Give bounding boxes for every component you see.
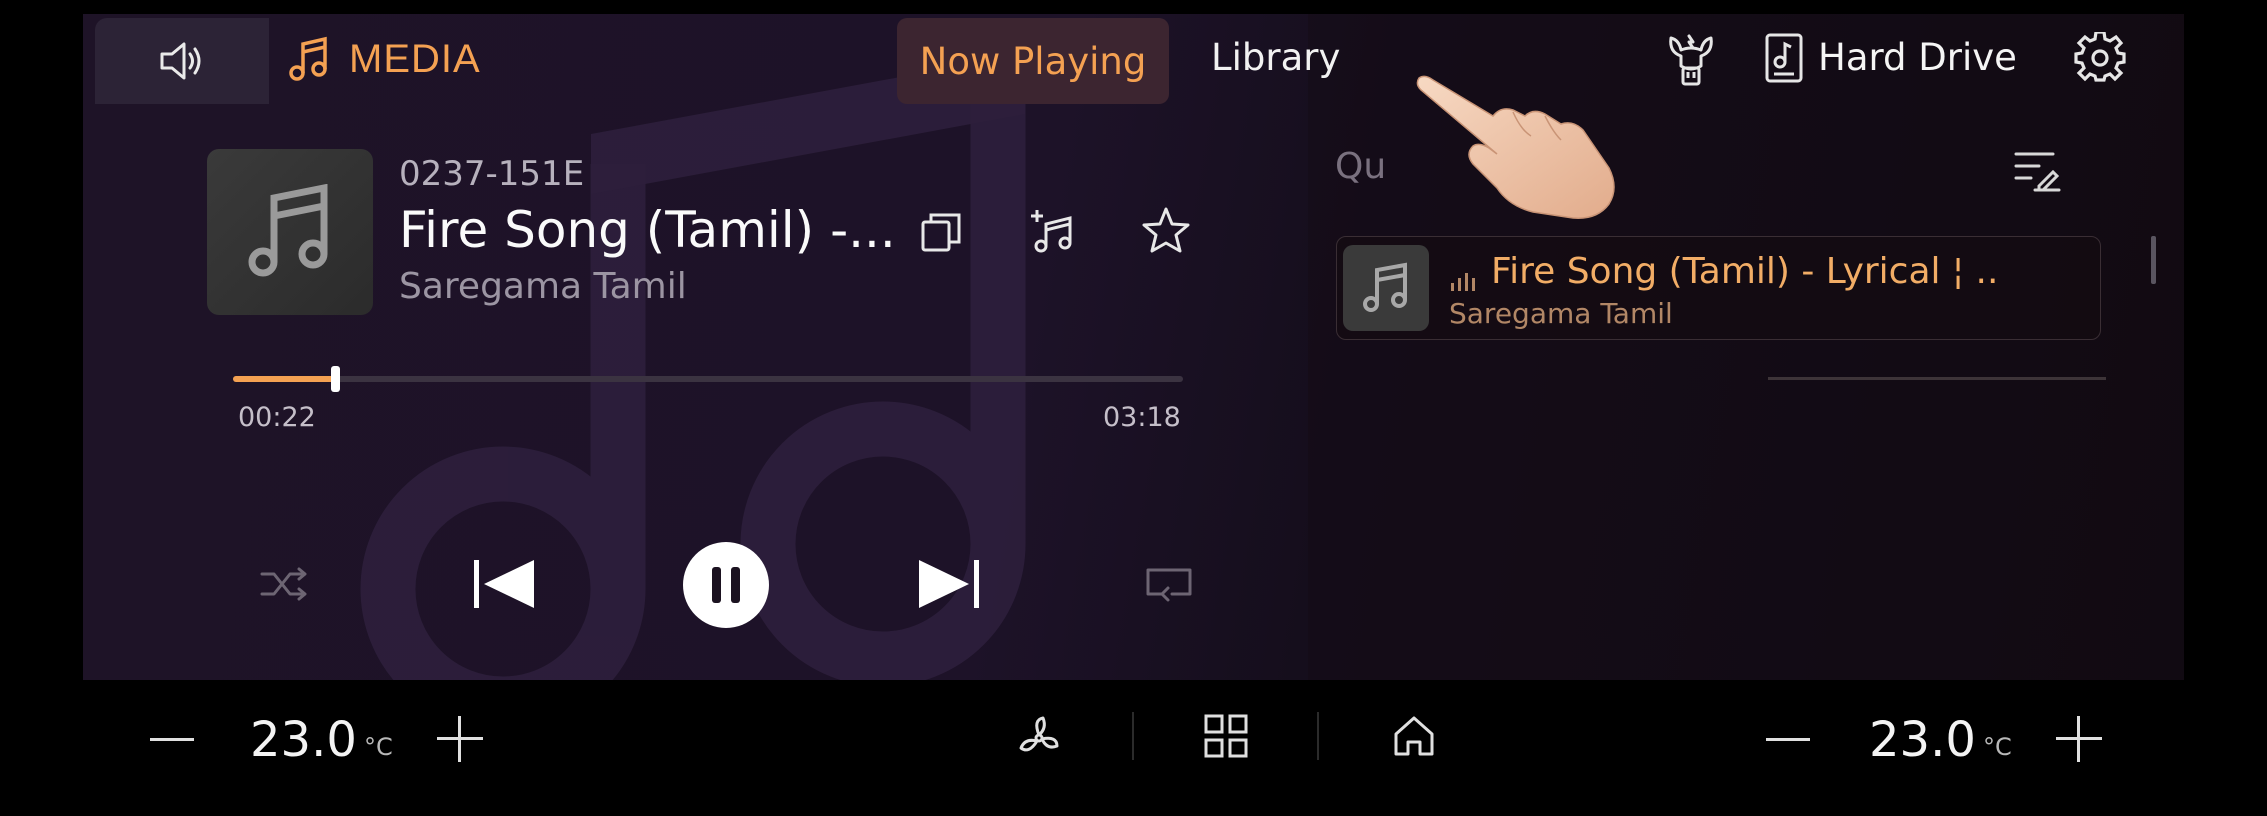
hard-drive-icon[interactable] bbox=[1764, 32, 1804, 84]
total-duration: 03:18 bbox=[1103, 402, 1181, 433]
right-temperature-unit: °C bbox=[1983, 733, 2012, 761]
shuffle-icon bbox=[260, 567, 307, 601]
left-temperature: 23.0 bbox=[250, 712, 357, 768]
next-icon bbox=[919, 560, 979, 608]
repeat-icon bbox=[1146, 568, 1192, 602]
album-art bbox=[207, 149, 373, 315]
minus-icon[interactable] bbox=[1766, 736, 1810, 744]
minus-icon[interactable] bbox=[150, 736, 194, 744]
media-screen: MEDIA Now Playing Library Hard Drive 023… bbox=[83, 14, 2184, 680]
track-title: Fire Song (Tamil) -... bbox=[399, 201, 896, 259]
fan-icon[interactable] bbox=[1015, 714, 1063, 762]
edit-queue-icon[interactable] bbox=[2013, 148, 2061, 192]
progress-fill bbox=[233, 376, 335, 382]
right-temperature: 23.0 bbox=[1869, 712, 1976, 768]
volume-icon bbox=[160, 42, 201, 80]
queue-item-artist: Saregama Tamil bbox=[1449, 297, 1673, 330]
settings-icon[interactable] bbox=[2074, 32, 2126, 84]
media-title: MEDIA bbox=[287, 36, 481, 82]
add-to-playlist-icon[interactable] bbox=[1029, 206, 1079, 256]
pause-icon bbox=[712, 567, 740, 603]
queue-title: Qu bbox=[1335, 146, 1387, 187]
source-label[interactable]: Hard Drive bbox=[1818, 36, 2017, 79]
repeat-button[interactable] bbox=[1143, 562, 1195, 606]
queue-item-art bbox=[1343, 245, 1429, 331]
favorite-star-icon[interactable] bbox=[1141, 206, 1191, 256]
progress-bar[interactable] bbox=[233, 366, 1183, 392]
plus-icon[interactable] bbox=[2056, 716, 2102, 762]
previous-button[interactable] bbox=[470, 554, 540, 614]
usb-icon[interactable] bbox=[1663, 32, 1719, 88]
track-artist: Saregama Tamil bbox=[399, 266, 687, 307]
music-note-icon bbox=[289, 36, 327, 81]
progress-handle[interactable] bbox=[330, 366, 340, 392]
divider bbox=[1317, 712, 1319, 760]
media-label: MEDIA bbox=[349, 36, 481, 81]
pause-button[interactable] bbox=[683, 542, 769, 628]
tab-library[interactable]: Library bbox=[1211, 36, 1340, 79]
volume-button[interactable] bbox=[95, 18, 269, 104]
queue-item[interactable]: Fire Song (Tamil) - Lyrical ¦ .. Saregam… bbox=[1336, 236, 2101, 340]
plus-icon[interactable] bbox=[437, 716, 483, 762]
queue-divider bbox=[1768, 377, 2106, 380]
copy-icon[interactable] bbox=[919, 210, 963, 254]
apps-grid-icon[interactable] bbox=[1204, 714, 1248, 758]
shuffle-button[interactable] bbox=[259, 562, 311, 606]
queue-item-title: Fire Song (Tamil) - Lyrical ¦ .. bbox=[1491, 251, 1999, 292]
now-playing-bars-icon bbox=[1451, 273, 1475, 291]
previous-icon bbox=[474, 560, 534, 608]
background-music-note-icon bbox=[360, 14, 2184, 680]
home-icon[interactable] bbox=[1392, 714, 1436, 758]
pointing-hand-icon bbox=[1416, 75, 1615, 219]
left-temperature-unit: °C bbox=[364, 733, 393, 761]
music-note-icon bbox=[248, 184, 328, 277]
divider bbox=[1132, 712, 1134, 760]
elapsed-time: 00:22 bbox=[238, 402, 316, 433]
music-note-icon bbox=[1363, 262, 1407, 312]
queue-scrollbar[interactable] bbox=[2151, 236, 2156, 284]
next-button[interactable] bbox=[913, 554, 983, 614]
track-code: 0237-151E bbox=[399, 154, 585, 194]
tab-now-playing[interactable]: Now Playing bbox=[897, 18, 1169, 104]
